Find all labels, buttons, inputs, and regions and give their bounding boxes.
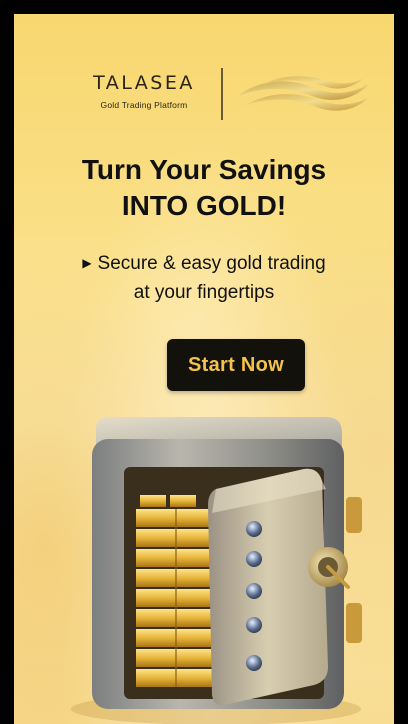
brand-logo: TALASEA Gold Trading Platform	[14, 66, 394, 126]
subheadline-line-1: ▶ Secure & easy gold trading	[14, 250, 394, 279]
headline-line-1: Turn Your Savings	[81, 154, 327, 185]
subheadline-line-2: at your fingertips	[133, 282, 275, 303]
headline-line-2: INTO GOLD!	[121, 190, 287, 221]
page-frame: TALASEA Gold Trading Platform Turn Your …	[0, 0, 408, 724]
gold-ad-banner: TALASEA Gold Trading Platform Turn Your …	[14, 14, 394, 724]
logo-divider	[221, 68, 223, 120]
headline: Turn Your Savings INTO GOLD!	[14, 152, 394, 224]
brand-name: TALASEA	[93, 72, 195, 94]
brand-tagline: Gold Trading Platform	[100, 100, 188, 110]
gold-wave-logo-icon	[238, 76, 369, 111]
subheadline-text-1: Secure & easy gold trading	[97, 253, 326, 274]
triangle-right-icon: ▶	[82, 256, 92, 270]
subheadline: ▶ Secure & easy gold trading at your fing…	[14, 250, 394, 306]
start-now-button[interactable]: Start Now	[167, 339, 305, 391]
gold-safe-image	[71, 417, 362, 724]
